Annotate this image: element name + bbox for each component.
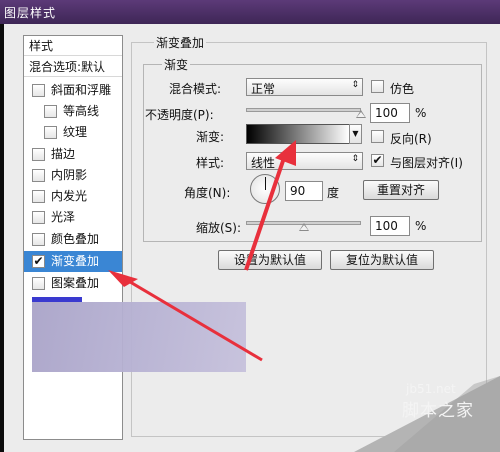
- annotation-arrows: [108, 140, 296, 362]
- arrow-to-gradient-overlay: [119, 274, 263, 362]
- arrow-head-icon: [275, 140, 296, 166]
- arrow-to-gradient: [244, 151, 288, 271]
